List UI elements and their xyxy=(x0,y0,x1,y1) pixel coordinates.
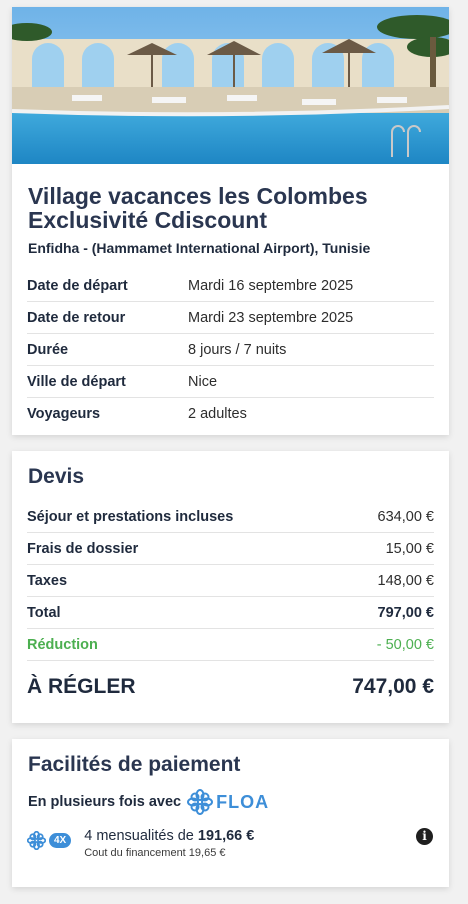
installment-offer: 4X 4 mensualités de 191,66 € Cout du fin… xyxy=(27,828,433,859)
installment-prefix: 4 mensualités de xyxy=(84,828,198,844)
detail-row-return: Date de retour Mardi 23 septembre 2025 xyxy=(27,302,434,334)
detail-label: Ville de départ xyxy=(27,373,126,390)
detail-label: Durée xyxy=(27,341,69,358)
trip-details: Date de départ Mardi 16 septembre 2025 D… xyxy=(27,270,434,429)
floa-logo: FLOA xyxy=(187,789,269,815)
quote-card: Devis Séjour et prestations incluses 634… xyxy=(12,451,449,723)
payment-provider-text: En plusieurs fois avec xyxy=(28,794,182,810)
detail-label: Date de départ xyxy=(27,277,128,294)
detail-value: 8 jours / 7 nuits xyxy=(188,341,287,358)
quote-line-value: 15,00 € xyxy=(385,540,434,557)
installment-count-pill: 4X xyxy=(49,833,72,848)
quote-line-fees: Frais de dossier 15,00 € xyxy=(27,533,434,565)
quote-line-total: Total 797,00 € xyxy=(27,597,434,629)
trip-card: Village vacances les Colombes Exclusivit… xyxy=(12,7,449,435)
trip-title-line2: Exclusivité Cdiscount xyxy=(28,207,268,233)
quote-line-taxes: Taxes 148,00 € xyxy=(27,565,434,597)
quote-line-value: - 50,00 € xyxy=(376,636,434,653)
detail-row-travelers: Voyageurs 2 adultes xyxy=(27,398,434,429)
financing-cost: Cout du financement 19,65 € xyxy=(84,847,226,859)
quote-line-label: Total xyxy=(27,604,61,621)
quote-line-value: 797,00 € xyxy=(377,604,434,621)
quote-title: Devis xyxy=(28,465,85,488)
installment-text: 4 mensualités de 191,66 € Cout du financ… xyxy=(84,828,254,859)
detail-row-duration: Durée 8 jours / 7 nuits xyxy=(27,334,434,366)
payment-options-card: Facilités de paiement En plusieurs fois … xyxy=(12,739,449,887)
detail-label: Date de retour xyxy=(27,309,126,326)
installment-amount: 191,66 € xyxy=(197,828,255,844)
quote-line-label: Frais de dossier xyxy=(27,540,139,557)
detail-row-departure-city: Ville de départ Nice xyxy=(27,366,434,398)
quote-line-stay: Séjour et prestations incluses 634,00 € xyxy=(27,501,434,533)
quote-line-label: Taxes xyxy=(27,572,68,589)
amount-due-label: À RÉGLER xyxy=(27,675,136,698)
detail-label: Voyageurs xyxy=(27,405,101,422)
detail-row-departure: Date de départ Mardi 16 septembre 2025 xyxy=(27,270,434,302)
quote-line-label: Réduction xyxy=(27,636,98,653)
payment-options-title: Facilités de paiement xyxy=(28,753,241,776)
detail-value: Nice xyxy=(188,373,218,390)
trip-location: Enfidha - (Hammamet International Airpor… xyxy=(28,240,371,256)
quote-line-value: 634,00 € xyxy=(377,508,434,525)
quote-line-label: Séjour et prestations incluses xyxy=(27,508,234,525)
info-icon[interactable]: i xyxy=(416,828,433,845)
installment-badge: 4X xyxy=(27,831,72,850)
installment-main: 4 mensualités de 191,66 € xyxy=(84,828,254,844)
payment-provider-line: En plusieurs fois avec FLOA xyxy=(28,789,433,815)
detail-value: Mardi 23 septembre 2025 xyxy=(188,309,354,326)
trip-title: Village vacances les Colombes Exclusivit… xyxy=(28,184,433,232)
floa-flower-icon xyxy=(187,789,214,815)
detail-value: Mardi 16 septembre 2025 xyxy=(188,277,354,294)
quote-lines: Séjour et prestations incluses 634,00 € … xyxy=(27,501,434,661)
floa-flower-small-icon xyxy=(27,831,46,850)
detail-value: 2 adultes xyxy=(188,405,247,422)
hotel-pool-image xyxy=(12,7,449,164)
amount-due-value: 747,00 € xyxy=(352,675,434,698)
floa-brand-text: FLOA xyxy=(216,791,270,812)
quote-line-discount: Réduction - 50,00 € xyxy=(27,629,434,661)
trip-title-line1: Village vacances les Colombes xyxy=(28,183,368,209)
amount-due: À RÉGLER 747,00 € xyxy=(27,675,434,699)
quote-line-value: 148,00 € xyxy=(377,572,434,589)
